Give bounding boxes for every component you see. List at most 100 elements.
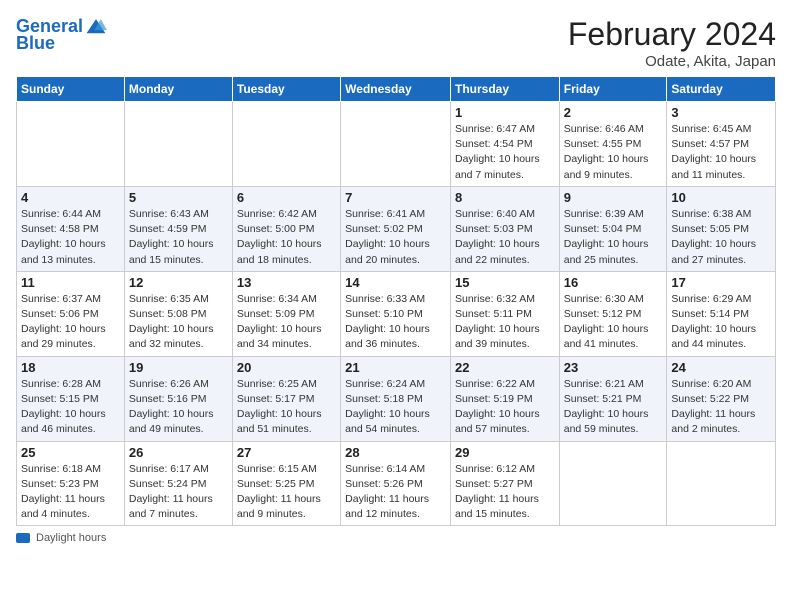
calendar-cell: 26Sunrise: 6:17 AM Sunset: 5:24 PM Dayli…	[124, 441, 232, 526]
calendar-cell	[124, 102, 232, 187]
day-number: 8	[455, 190, 555, 205]
calendar-cell: 11 Sunrise: 6:37 AM Sunset: 5:06 PM Dayli…	[17, 271, 125, 356]
day-info: Sunrise: 6:40 AM Sunset: 5:03 PM Dayligh…	[455, 207, 555, 268]
day-number: 13	[237, 275, 336, 290]
day-info: Sunrise: 6:37 AM Sunset: 5:06 PM Dayligh…	[21, 292, 120, 353]
day-number: 28	[345, 445, 446, 460]
calendar-cell: 21Sunrise: 6:24 AM Sunset: 5:18 PM Dayli…	[341, 356, 451, 441]
day-number: 6	[237, 190, 336, 205]
calendar-cell: 19 Sunrise: 6:26 AM Sunset: 5:16 PM Dayli…	[124, 356, 232, 441]
day-number: 20	[237, 360, 336, 375]
calendar-cell: 9Sunrise: 6:39 AM Sunset: 5:04 PM Daylig…	[559, 186, 667, 271]
day-info: Sunrise: 6:41 AM Sunset: 5:02 PM Dayligh…	[345, 207, 446, 268]
calendar-cell: 25 Sunrise: 6:18 AM Sunset: 5:23 PM Dayli…	[17, 441, 125, 526]
day-info: Sunrise: 6:34 AM Sunset: 5:09 PM Dayligh…	[237, 292, 336, 353]
day-number: 24	[671, 360, 771, 375]
day-number: 26	[129, 445, 228, 460]
calendar-header-row: SundayMondayTuesdayWednesdayThursdayFrid…	[17, 77, 776, 102]
day-info: Sunrise: 6:30 AM Sunset: 5:12 PM Dayligh…	[564, 292, 663, 353]
calendar-cell	[17, 102, 125, 187]
day-info: Sunrise: 6:35 AM Sunset: 5:08 PM Dayligh…	[129, 292, 228, 353]
day-number: 12	[129, 275, 228, 290]
calendar-cell: 14Sunrise: 6:33 AM Sunset: 5:10 PM Dayli…	[341, 271, 451, 356]
calendar-cell	[232, 102, 340, 187]
calendar-table: SundayMondayTuesdayWednesdayThursdayFrid…	[16, 76, 776, 526]
day-info: Sunrise: 6:38 AM Sunset: 5:05 PM Dayligh…	[671, 207, 771, 268]
day-number: 29	[455, 445, 555, 460]
calendar-cell: 8 Sunrise: 6:40 AM Sunset: 5:03 PM Daylig…	[450, 186, 559, 271]
day-info: Sunrise: 6:47 AM Sunset: 4:54 PM Dayligh…	[455, 122, 555, 183]
daylight-label: Daylight hours	[36, 532, 106, 544]
calendar-week-2: 11 Sunrise: 6:37 AM Sunset: 5:06 PM Dayli…	[17, 271, 776, 356]
day-info: Sunrise: 6:15 AM Sunset: 5:25 PM Dayligh…	[237, 462, 336, 523]
calendar-cell: 18Sunrise: 6:28 AM Sunset: 5:15 PM Dayli…	[17, 356, 125, 441]
logo-text-blue: Blue	[16, 34, 55, 54]
day-info: Sunrise: 6:28 AM Sunset: 5:15 PM Dayligh…	[21, 377, 120, 438]
calendar-cell: 5 Sunrise: 6:43 AM Sunset: 4:59 PM Daylig…	[124, 186, 232, 271]
day-info: Sunrise: 6:43 AM Sunset: 4:59 PM Dayligh…	[129, 207, 228, 268]
calendar-cell	[341, 102, 451, 187]
calendar-week-1: 4Sunrise: 6:44 AM Sunset: 4:58 PM Daylig…	[17, 186, 776, 271]
day-info: Sunrise: 6:24 AM Sunset: 5:18 PM Dayligh…	[345, 377, 446, 438]
day-info: Sunrise: 6:44 AM Sunset: 4:58 PM Dayligh…	[21, 207, 120, 268]
daylight-bar-icon	[16, 533, 30, 543]
calendar-cell: 2 Sunrise: 6:46 AM Sunset: 4:55 PM Daylig…	[559, 102, 667, 187]
day-info: Sunrise: 6:12 AM Sunset: 5:27 PM Dayligh…	[455, 462, 555, 523]
day-info: Sunrise: 6:18 AM Sunset: 5:23 PM Dayligh…	[21, 462, 120, 523]
day-number: 23	[564, 360, 663, 375]
col-header-sunday: Sunday	[17, 77, 125, 102]
calendar-cell: 12 Sunrise: 6:35 AM Sunset: 5:08 PM Dayli…	[124, 271, 232, 356]
calendar-page: General Blue February 2024 Odate, Akita,…	[0, 0, 792, 612]
calendar-week-4: 25 Sunrise: 6:18 AM Sunset: 5:23 PM Dayli…	[17, 441, 776, 526]
day-number: 27	[237, 445, 336, 460]
calendar-cell: 20 Sunrise: 6:25 AM Sunset: 5:17 PM Dayli…	[232, 356, 340, 441]
day-info: Sunrise: 6:42 AM Sunset: 5:00 PM Dayligh…	[237, 207, 336, 268]
calendar-cell: 4Sunrise: 6:44 AM Sunset: 4:58 PM Daylig…	[17, 186, 125, 271]
day-number: 16	[564, 275, 663, 290]
logo: General Blue	[16, 16, 107, 54]
col-header-thursday: Thursday	[450, 77, 559, 102]
day-info: Sunrise: 6:33 AM Sunset: 5:10 PM Dayligh…	[345, 292, 446, 353]
title-block: February 2024 Odate, Akita, Japan	[568, 16, 776, 70]
day-number: 17	[671, 275, 771, 290]
calendar-cell: 27 Sunrise: 6:15 AM Sunset: 5:25 PM Dayli…	[232, 441, 340, 526]
col-header-tuesday: Tuesday	[232, 77, 340, 102]
calendar-cell: 24 Sunrise: 6:20 AM Sunset: 5:22 PM Dayli…	[667, 356, 776, 441]
day-info: Sunrise: 6:29 AM Sunset: 5:14 PM Dayligh…	[671, 292, 771, 353]
col-header-friday: Friday	[559, 77, 667, 102]
day-info: Sunrise: 6:26 AM Sunset: 5:16 PM Dayligh…	[129, 377, 228, 438]
calendar-cell: 15Sunrise: 6:32 AM Sunset: 5:11 PM Dayli…	[450, 271, 559, 356]
day-info: Sunrise: 6:25 AM Sunset: 5:17 PM Dayligh…	[237, 377, 336, 438]
day-info: Sunrise: 6:39 AM Sunset: 5:04 PM Dayligh…	[564, 207, 663, 268]
day-number: 11	[21, 275, 120, 290]
day-info: Sunrise: 6:46 AM Sunset: 4:55 PM Dayligh…	[564, 122, 663, 183]
day-number: 22	[455, 360, 555, 375]
calendar-week-0: 1Sunrise: 6:47 AM Sunset: 4:54 PM Daylig…	[17, 102, 776, 187]
calendar-cell: 29 Sunrise: 6:12 AM Sunset: 5:27 PM Dayli…	[450, 441, 559, 526]
calendar-cell: 7 Sunrise: 6:41 AM Sunset: 5:02 PM Daylig…	[341, 186, 451, 271]
day-number: 19	[129, 360, 228, 375]
day-number: 10	[671, 190, 771, 205]
calendar-cell	[559, 441, 667, 526]
footer-note: Daylight hours	[16, 532, 776, 544]
col-header-monday: Monday	[124, 77, 232, 102]
calendar-cell: 10 Sunrise: 6:38 AM Sunset: 5:05 PM Dayli…	[667, 186, 776, 271]
calendar-cell: 28Sunrise: 6:14 AM Sunset: 5:26 PM Dayli…	[341, 441, 451, 526]
day-number: 5	[129, 190, 228, 205]
logo-icon	[85, 16, 107, 38]
day-info: Sunrise: 6:20 AM Sunset: 5:22 PM Dayligh…	[671, 377, 771, 438]
day-info: Sunrise: 6:21 AM Sunset: 5:21 PM Dayligh…	[564, 377, 663, 438]
page-header: General Blue February 2024 Odate, Akita,…	[16, 16, 776, 70]
calendar-cell: 1Sunrise: 6:47 AM Sunset: 4:54 PM Daylig…	[450, 102, 559, 187]
day-number: 2	[564, 105, 663, 120]
calendar-cell: 3Sunrise: 6:45 AM Sunset: 4:57 PM Daylig…	[667, 102, 776, 187]
day-number: 25	[21, 445, 120, 460]
calendar-cell: 16 Sunrise: 6:30 AM Sunset: 5:12 PM Dayli…	[559, 271, 667, 356]
day-number: 15	[455, 275, 555, 290]
calendar-cell: 17 Sunrise: 6:29 AM Sunset: 5:14 PM Dayli…	[667, 271, 776, 356]
calendar-cell: 23 Sunrise: 6:21 AM Sunset: 5:21 PM Dayli…	[559, 356, 667, 441]
day-number: 7	[345, 190, 446, 205]
month-title: February 2024	[568, 16, 776, 53]
col-header-saturday: Saturday	[667, 77, 776, 102]
day-info: Sunrise: 6:45 AM Sunset: 4:57 PM Dayligh…	[671, 122, 771, 183]
